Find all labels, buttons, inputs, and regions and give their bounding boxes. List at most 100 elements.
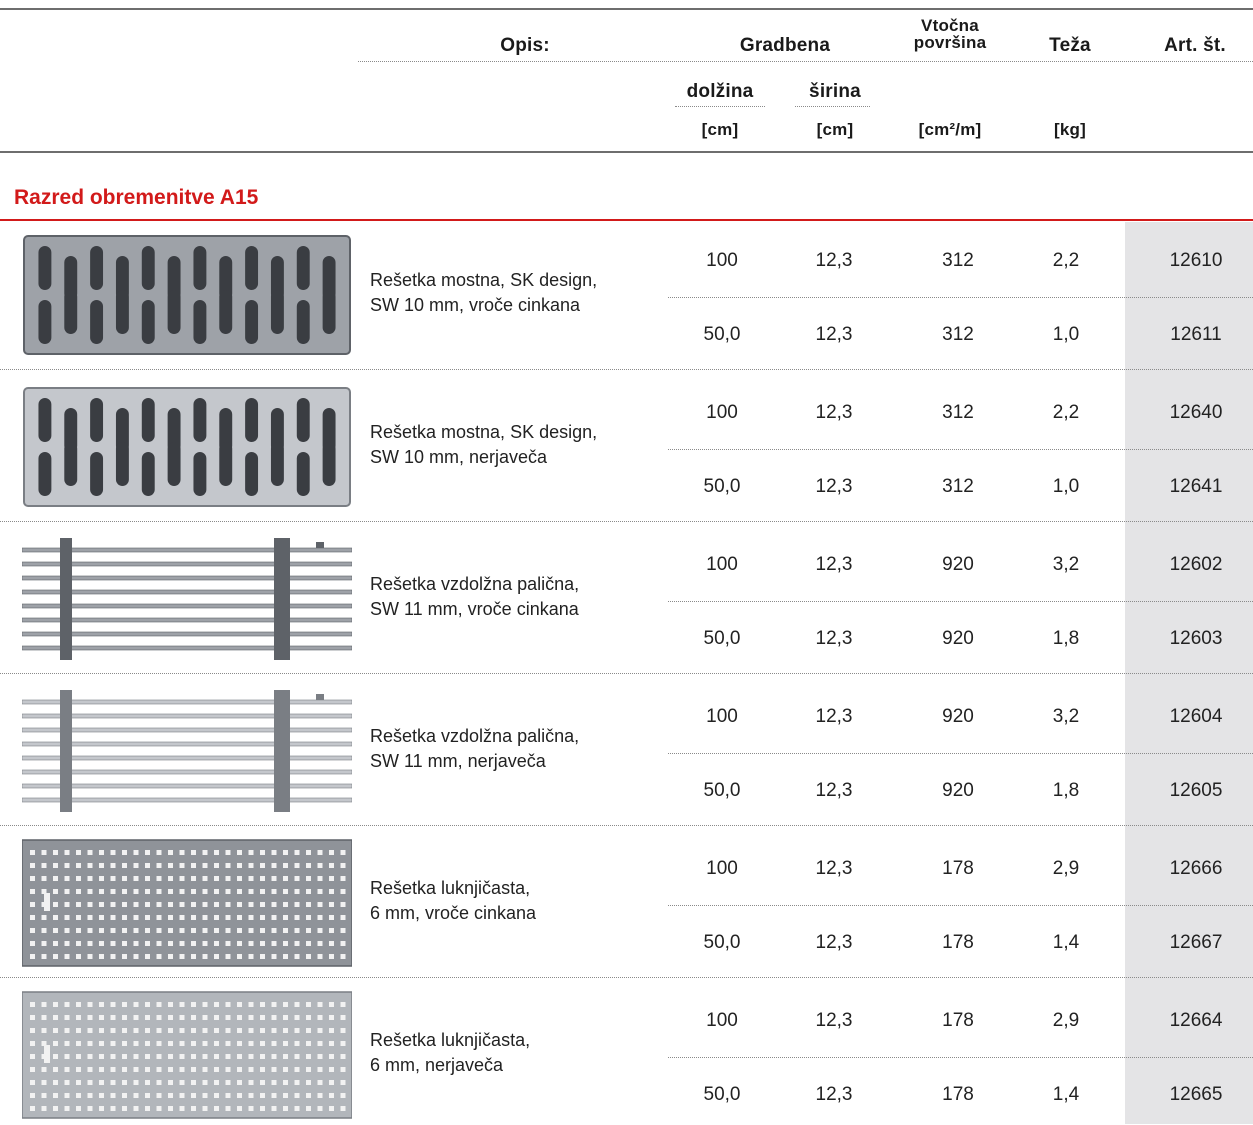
cell-dolzina: 100	[706, 1010, 738, 1031]
row-divider	[668, 753, 1253, 754]
cell-dolzina: 100	[706, 250, 738, 271]
header-art: Art. št.	[1164, 35, 1226, 56]
product-description: Rešetka mostna, SK design, SW 10 mm, vroč…	[370, 268, 650, 318]
product-divider	[0, 369, 1253, 370]
cell-povrsina: 920	[942, 780, 974, 801]
cell-dolzina: 50,0	[703, 476, 741, 497]
cell-dolzina: 50,0	[703, 324, 741, 345]
cell-art: 12640	[1169, 402, 1223, 423]
cell-teza: 1,0	[1052, 324, 1080, 345]
sirina-underline	[795, 106, 870, 107]
cell-art: 12641	[1169, 476, 1223, 497]
product-divider	[0, 977, 1253, 978]
section-red-rule	[0, 219, 1253, 221]
cell-povrsina: 920	[942, 706, 974, 727]
bridge-grate-galvanized-image	[22, 230, 352, 360]
cell-teza: 2,2	[1052, 250, 1080, 271]
product-description: Rešetka vzdolžna palična, SW 11 mm, vroče…	[370, 572, 650, 622]
cell-teza: 3,2	[1052, 554, 1080, 575]
cell-teza: 1,8	[1052, 780, 1080, 801]
cell-sirina: 12,3	[815, 554, 853, 575]
description-line-2: SW 11 mm, nerjaveča	[370, 751, 546, 771]
description-line-2: 6 mm, nerjaveča	[370, 1055, 504, 1075]
cell-sirina: 12,3	[815, 932, 853, 953]
description-line-2: 6 mm, vroče cinkana	[370, 903, 537, 923]
description-line-1: Rešetka mostna, SK design,	[370, 422, 598, 442]
cell-dolzina: 100	[706, 554, 738, 575]
product-divider	[0, 521, 1253, 522]
cell-povrsina: 178	[942, 932, 974, 953]
cell-dolzina: 50,0	[703, 932, 741, 953]
row-divider	[668, 297, 1253, 298]
product-description: Rešetka vzdolžna palična, SW 11 mm, nerja…	[370, 724, 650, 774]
header-vtocna-line2: površina	[913, 33, 987, 52]
row-divider	[668, 1057, 1253, 1058]
cell-teza: 3,2	[1052, 706, 1080, 727]
cell-art: 12611	[1170, 324, 1222, 345]
cell-povrsina: 920	[942, 554, 974, 575]
description-line-1: Rešetka vzdolžna palična,	[370, 574, 580, 594]
header-gradbena: Gradbena	[739, 35, 831, 56]
row-divider	[668, 905, 1253, 906]
cell-povrsina: 312	[942, 324, 974, 345]
perforated-grate-galvanized-image	[21, 838, 353, 968]
cell-sirina: 12,3	[815, 858, 853, 879]
cell-teza: 1,4	[1052, 932, 1080, 953]
product-description: Rešetka luknjičasta, 6 mm, vroče cinkana	[370, 876, 650, 926]
description-line-1: Rešetka luknjičasta,	[370, 1030, 531, 1050]
cell-art: 12610	[1169, 250, 1223, 271]
cell-art: 12665	[1169, 1084, 1223, 1105]
description-line-1: Rešetka vzdolžna palična,	[370, 726, 580, 746]
product-divider	[0, 825, 1253, 826]
cell-sirina: 12,3	[815, 628, 853, 649]
cell-dolzina: 50,0	[703, 628, 741, 649]
longitudinal-bar-grate-galvanized-image	[21, 534, 353, 664]
cell-sirina: 12,3	[815, 402, 853, 423]
cell-art: 12664	[1169, 1010, 1223, 1031]
cell-sirina: 12,3	[815, 780, 853, 801]
header-bottom-rule	[0, 151, 1253, 153]
unit-sirina: [cm]	[816, 120, 854, 139]
cell-sirina: 12,3	[815, 324, 853, 345]
cell-sirina: 12,3	[815, 250, 853, 271]
cell-teza: 2,2	[1052, 402, 1080, 423]
description-line-2: SW 10 mm, vroče cinkana	[370, 295, 581, 315]
top-rule	[0, 8, 1253, 10]
cell-sirina: 12,3	[815, 1084, 853, 1105]
cell-sirina: 12,3	[815, 706, 853, 727]
cell-art: 12667	[1169, 932, 1223, 953]
cell-povrsina: 312	[942, 476, 974, 497]
longitudinal-bar-grate-stainless-image	[21, 686, 353, 816]
header-teza: Teža	[1049, 35, 1091, 56]
header-sirina: širina	[809, 81, 861, 102]
row-divider	[668, 449, 1253, 450]
dolzina-underline	[675, 106, 765, 107]
cell-povrsina: 920	[942, 628, 974, 649]
cell-povrsina: 178	[942, 858, 974, 879]
perforated-grate-stainless-image	[21, 990, 353, 1120]
cell-art: 12604	[1169, 706, 1223, 727]
description-line-1: Rešetka mostna, SK design,	[370, 270, 598, 290]
bridge-grate-stainless-image	[22, 382, 352, 512]
description-line-2: SW 11 mm, vroče cinkana	[370, 599, 579, 619]
cell-povrsina: 312	[942, 402, 974, 423]
product-description: Rešetka luknjičasta, 6 mm, nerjaveča	[370, 1028, 650, 1078]
description-line-1: Rešetka luknjičasta,	[370, 878, 531, 898]
cell-teza: 1,4	[1052, 1084, 1080, 1105]
header-dotted-rule	[358, 61, 1253, 62]
unit-teza: [kg]	[1054, 120, 1086, 139]
description-line-2: SW 10 mm, nerjaveča	[370, 447, 548, 467]
product-description: Rešetka mostna, SK design, SW 10 mm, nerj…	[370, 420, 650, 470]
section-title: Razred obremenitve A15	[14, 186, 259, 209]
cell-art: 12602	[1169, 554, 1223, 575]
cell-art: 12603	[1169, 628, 1223, 649]
cell-sirina: 12,3	[815, 1010, 853, 1031]
cell-teza: 2,9	[1052, 1010, 1080, 1031]
cell-dolzina: 50,0	[703, 780, 741, 801]
cell-dolzina: 100	[706, 858, 738, 879]
header-opis: Opis:	[500, 35, 550, 56]
cell-povrsina: 178	[942, 1010, 974, 1031]
cell-dolzina: 100	[706, 402, 738, 423]
cell-teza: 1,8	[1052, 628, 1080, 649]
header-dolzina: dolžina	[686, 81, 754, 102]
